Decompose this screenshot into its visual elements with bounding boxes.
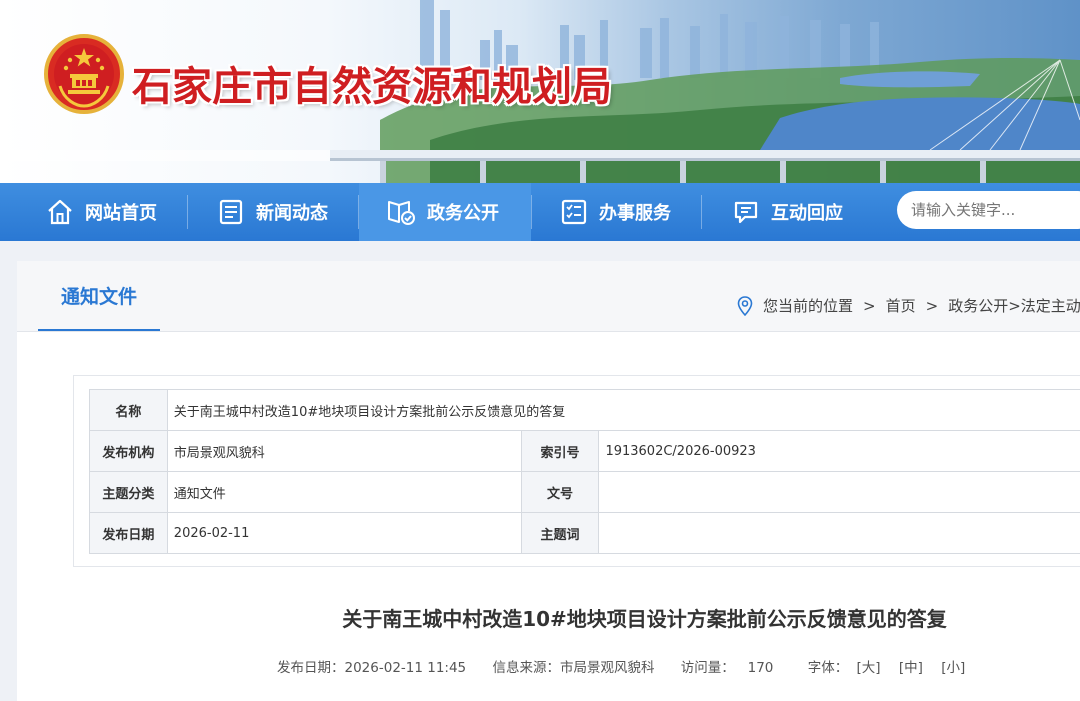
nav-divider <box>701 195 702 229</box>
index-number-label: 索引号 <box>521 431 599 472</box>
nav-label: 互动回应 <box>771 199 843 225</box>
document-number-label: 文号 <box>521 472 599 513</box>
keywords-value <box>599 513 1080 554</box>
chat-icon <box>731 197 761 227</box>
table-row: 发布日期 2026-02-11 主题词 <box>90 513 1080 554</box>
table-row: 主题分类 通知文件 文号 <box>90 472 1080 513</box>
document-info-box: 名称 关于南王城中村改造10#地块项目设计方案批前公示反馈意见的答复 发布机构 … <box>73 375 1080 567</box>
nav-divider <box>531 195 532 229</box>
topic-category-value: 通知文件 <box>167 472 521 513</box>
table-row: 名称 关于南王城中村改造10#地块项目设计方案批前公示反馈意见的答复 <box>90 390 1080 431</box>
location-pin-icon <box>737 296 753 316</box>
name-label: 名称 <box>90 390 168 431</box>
nav-label: 新闻动态 <box>256 199 328 225</box>
nav-item-interaction[interactable]: 互动回应 <box>715 183 875 241</box>
table-row: 发布机构 市局景观风貌科 索引号 1913602C/2026-00923 <box>90 431 1080 472</box>
document-info-table: 名称 关于南王城中村改造10#地块项目设计方案批前公示反馈意见的答复 发布机构 … <box>89 389 1080 554</box>
document-check-icon <box>385 196 417 228</box>
nav-divider <box>187 195 188 229</box>
article-meta: 发布日期：2026-02-11 11:45 信息来源：市局景观风貌科 访问量： … <box>277 656 973 676</box>
breadcrumb-home-link[interactable]: 首页 <box>886 295 916 316</box>
document-number-value <box>599 472 1080 513</box>
font-size-large-button[interactable]: [大] <box>857 660 881 676</box>
breadcrumb-path-link[interactable]: 政务公开>法定主动 <box>948 295 1080 316</box>
publish-date-value: 2026-02-11 <box>167 513 521 554</box>
home-icon <box>45 197 75 227</box>
header-banner: 石家庄市自然资源和规划局 <box>0 0 1080 183</box>
nav-label: 办事服务 <box>599 199 671 225</box>
site-title: 石家庄市自然资源和规划局 <box>132 54 612 112</box>
national-emblem-icon <box>44 34 124 114</box>
publisher-label: 发布机构 <box>90 431 168 472</box>
tab-notice-documents[interactable]: 通知文件 <box>38 261 160 331</box>
font-size-small-button[interactable]: [小] <box>941 660 965 676</box>
breadcrumb-separator: > <box>863 297 876 315</box>
name-value: 关于南王城中村改造10#地块项目设计方案批前公示反馈意见的答复 <box>167 390 1080 431</box>
breadcrumb-separator: > <box>926 297 939 315</box>
font-size-label: 字体： <box>808 660 849 676</box>
content-panel: 通知文件 您当前的位置 > 首页 > 政务公开>法定主动 名称 关于南王城中村改… <box>17 261 1080 701</box>
nav-label: 网站首页 <box>85 199 157 225</box>
breadcrumb: 您当前的位置 > 首页 > 政务公开>法定主动 <box>737 295 1080 316</box>
nav-item-government-affairs[interactable]: 政务公开 <box>359 183 531 241</box>
article-title: 关于南王城中村改造10#地块项目设计方案批前公示反馈意见的答复 <box>17 603 1080 632</box>
visit-count: 访问量： 170 <box>681 660 774 676</box>
index-number-value: 1913602C/2026-00923 <box>599 431 1080 472</box>
nav-item-news[interactable]: 新闻动态 <box>200 183 358 241</box>
breadcrumb-prefix: 您当前的位置 <box>763 295 853 316</box>
nav-item-home[interactable]: 网站首页 <box>29 183 189 241</box>
nav-item-services[interactable]: 办事服务 <box>543 183 701 241</box>
publisher-value: 市局景观风貌科 <box>167 431 521 472</box>
publish-datetime: 发布日期：2026-02-11 11:45 <box>277 660 466 676</box>
panel-header: 通知文件 您当前的位置 > 首页 > 政务公开>法定主动 <box>17 261 1080 332</box>
newspaper-icon <box>216 197 246 227</box>
checklist-icon <box>559 197 589 227</box>
topic-category-label: 主题分类 <box>90 472 168 513</box>
nav-label: 政务公开 <box>427 199 499 225</box>
keywords-label: 主题词 <box>521 513 599 554</box>
font-size-medium-button[interactable]: [中] <box>899 660 923 676</box>
publish-date-label: 发布日期 <box>90 513 168 554</box>
info-source: 信息来源：市局景观风貌科 <box>492 660 654 676</box>
search-input[interactable] <box>897 191 1080 229</box>
